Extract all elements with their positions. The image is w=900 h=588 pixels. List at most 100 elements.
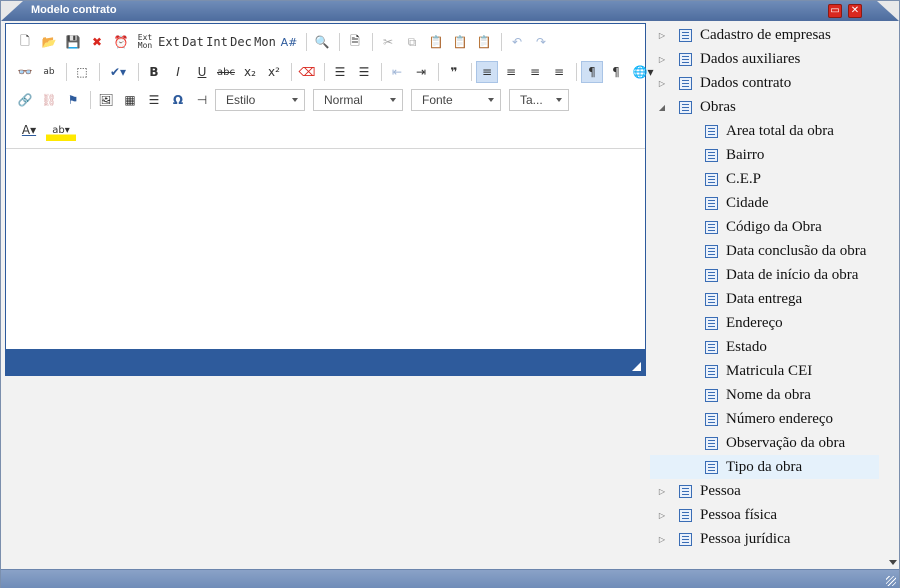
expand-triangle-icon[interactable]: ▷ <box>657 79 667 88</box>
tree-node-pessoa-fisica[interactable]: ▷ Pessoa física <box>657 505 777 525</box>
tree-node-dados-auxiliares[interactable]: ▷ Dados auxiliares <box>657 49 800 69</box>
editor-content-area[interactable] <box>6 150 645 350</box>
font-select[interactable]: Fonte <box>411 89 501 111</box>
tree-leaf[interactable]: Observação da obra <box>705 433 845 453</box>
special-char-icon[interactable]: Ω <box>167 89 189 111</box>
tree-leaf[interactable]: Matricula CEI <box>705 361 812 381</box>
resize-grip-icon[interactable] <box>632 362 641 371</box>
alarm-clock-icon[interactable]: ⏰ <box>110 31 132 53</box>
copy-icon[interactable]: ⧉ <box>401 31 423 53</box>
align-right-icon[interactable]: ≡ <box>524 61 546 83</box>
field-node-icon <box>705 220 718 234</box>
tree-leaf[interactable]: Número endereço <box>705 409 833 429</box>
replace-icon[interactable]: ab <box>38 61 60 83</box>
tree-node-pessoa-juridica[interactable]: ▷ Pessoa jurídica <box>657 529 790 549</box>
align-center-icon[interactable]: ≡ <box>500 61 522 83</box>
undo-icon[interactable]: ↶ <box>506 31 528 53</box>
window-resize-grip-icon[interactable] <box>886 576 896 586</box>
link-icon[interactable]: 🔗 <box>14 89 36 111</box>
image-icon[interactable]: 🖼 <box>95 89 117 111</box>
bold-icon[interactable]: B <box>143 61 165 83</box>
tree-leaf[interactable]: Código da Obra <box>705 217 822 237</box>
size-select[interactable]: Ta... <box>509 89 569 111</box>
anchor-flag-icon[interactable]: ⚑ <box>62 89 84 111</box>
tree-node-cadastro-de-empresas[interactable]: ▷ Cadastro de empresas <box>657 25 831 45</box>
collapse-triangle-icon[interactable]: ◢ <box>657 103 667 112</box>
tree-node-dados-contrato[interactable]: ▷ Dados contrato <box>657 73 791 93</box>
blockquote-icon[interactable]: ❞ <box>443 61 465 83</box>
background-color-icon[interactable]: ab▾ <box>46 119 76 141</box>
tree-node-obras[interactable]: ◢ Obras <box>657 97 736 117</box>
title-bar-corner <box>1 1 23 21</box>
expand-triangle-icon[interactable]: ▷ <box>657 511 667 520</box>
text-color-icon[interactable]: A▾ <box>14 119 44 141</box>
expand-triangle-icon[interactable]: ▷ <box>657 535 667 544</box>
select-all-icon[interactable]: ⬚ <box>71 61 93 83</box>
horizontal-line-icon[interactable]: ☰ <box>143 89 165 111</box>
preview-icon[interactable]: 🔍 <box>311 31 333 53</box>
tree-leaf[interactable]: Area total da obra <box>705 121 834 141</box>
italic-icon[interactable]: I <box>167 61 189 83</box>
paste-icon[interactable]: 📋 <box>425 31 447 53</box>
dec-button[interactable]: Dec <box>230 31 252 53</box>
tree-leaf[interactable]: Endereço <box>705 313 783 333</box>
rtl-direction-icon[interactable]: ¶ <box>605 61 627 83</box>
ext-button[interactable]: Ext <box>158 31 180 53</box>
tree-leaf-selected[interactable]: Tipo da obra <box>650 455 879 479</box>
close-button[interactable]: ✕ <box>848 4 862 18</box>
format-select[interactable]: Normal <box>313 89 403 111</box>
remove-format-icon[interactable]: ⌫ <box>296 61 318 83</box>
tree-scrollbar[interactable] <box>887 23 897 567</box>
find-icon[interactable]: 👓 <box>14 61 36 83</box>
dat-button[interactable]: Dat <box>182 31 204 53</box>
page-break-icon[interactable]: ⊣ <box>191 89 213 111</box>
decrease-indent-icon[interactable]: ⇤ <box>386 61 408 83</box>
mon-button[interactable]: Mon <box>254 31 276 53</box>
numbered-list-icon[interactable]: ☰ <box>329 61 351 83</box>
tree-leaf[interactable]: Data de início da obra <box>705 265 858 285</box>
tree-leaf[interactable]: Nome da obra <box>705 385 811 405</box>
style-select[interactable]: Estilo <box>215 89 305 111</box>
number-format-icon[interactable]: A# <box>278 31 300 53</box>
expand-triangle-icon[interactable]: ▷ <box>657 31 667 40</box>
open-folder-icon[interactable]: 📂 <box>38 31 60 53</box>
tree-leaf-label: C.E.P <box>726 170 762 187</box>
tree-leaf[interactable]: C.E.P <box>705 169 761 189</box>
save-icon[interactable]: 💾 <box>62 31 84 53</box>
maximize-button[interactable]: ▭ <box>828 4 842 18</box>
template-icon[interactable]: 🗎 <box>344 31 366 53</box>
strikethrough-icon[interactable]: abc <box>215 61 237 83</box>
new-document-icon[interactable]: 🗋 <box>14 31 36 53</box>
table-icon[interactable]: ▦ <box>119 89 141 111</box>
align-left-icon[interactable]: ≡ <box>476 61 498 83</box>
spellcheck-icon[interactable]: ✔▾ <box>104 61 132 83</box>
tree-node-pessoa[interactable]: ▷ Pessoa <box>657 481 741 501</box>
tree-leaf[interactable]: Cidade <box>705 193 769 213</box>
ext-mon-button[interactable]: Ext Mon <box>134 31 156 53</box>
subscript-icon[interactable]: x₂ <box>239 61 261 83</box>
justify-icon[interactable]: ≡ <box>548 61 570 83</box>
bulleted-list-icon[interactable]: ☰ <box>353 61 375 83</box>
cut-icon[interactable]: ✂ <box>377 31 399 53</box>
tree-leaf[interactable]: Data entrega <box>705 289 802 309</box>
ltr-direction-icon[interactable]: ¶ <box>581 61 603 83</box>
int-button[interactable]: Int <box>206 31 228 53</box>
tree-leaf[interactable]: Estado <box>705 337 767 357</box>
toolbar-separator <box>372 33 373 51</box>
field-node-icon <box>705 244 718 258</box>
close-document-icon[interactable]: ✖ <box>86 31 108 53</box>
underline-icon[interactable]: U <box>191 61 213 83</box>
unlink-icon[interactable]: ⛓ <box>38 89 60 111</box>
paste-word-icon[interactable]: 📋 <box>473 31 495 53</box>
tree-leaf-label: Estado <box>726 338 767 355</box>
tree-leaf[interactable]: Bairro <box>705 145 764 165</box>
scroll-down-arrow-icon[interactable] <box>889 560 897 565</box>
superscript-icon[interactable]: x² <box>263 61 285 83</box>
redo-icon[interactable]: ↷ <box>530 31 552 53</box>
field-node-icon <box>705 124 718 138</box>
expand-triangle-icon[interactable]: ▷ <box>657 487 667 496</box>
expand-triangle-icon[interactable]: ▷ <box>657 55 667 64</box>
tree-leaf[interactable]: Data conclusão da obra <box>705 241 866 261</box>
paste-text-icon[interactable]: 📋 <box>449 31 471 53</box>
increase-indent-icon[interactable]: ⇥ <box>410 61 432 83</box>
